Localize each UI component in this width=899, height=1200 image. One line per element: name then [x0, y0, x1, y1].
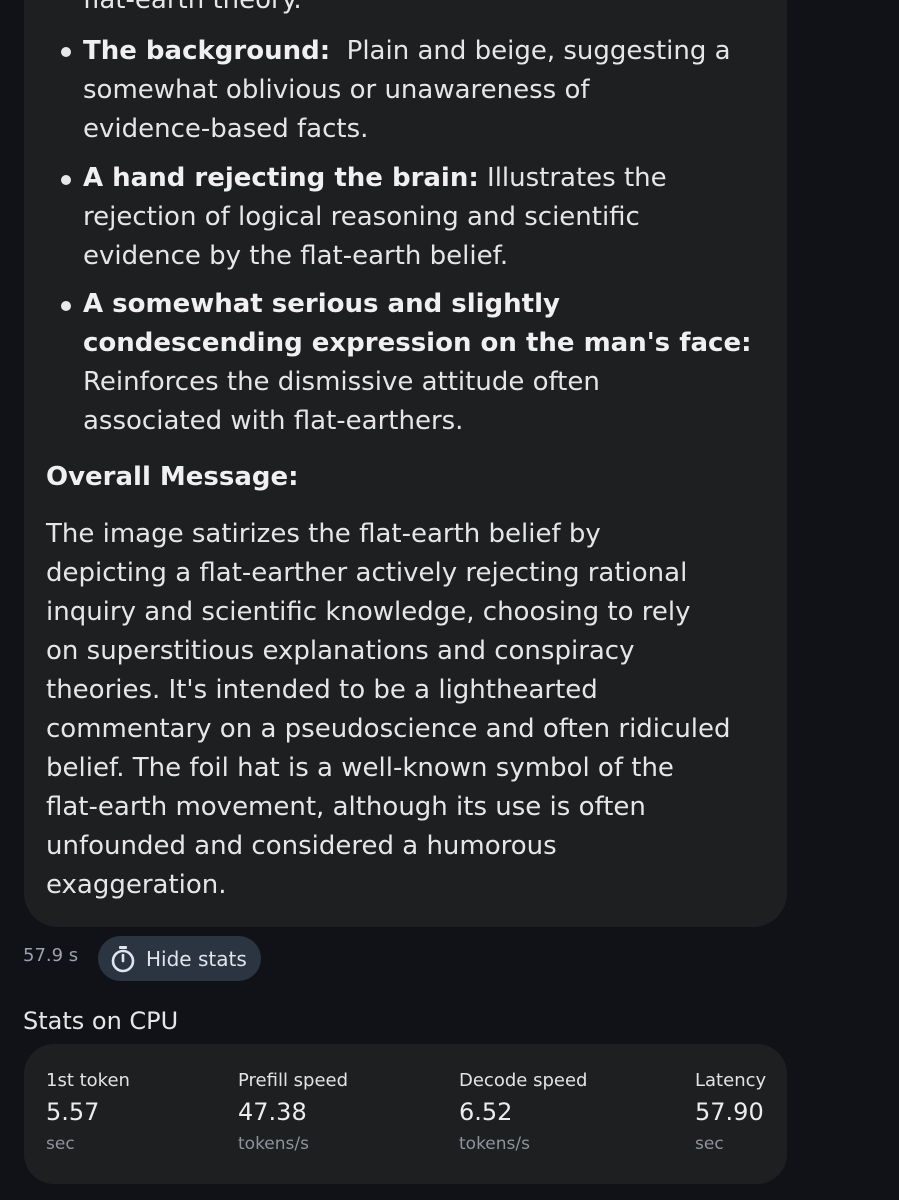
bullet-line: Reinforces the dismissive attitude often [83, 367, 600, 397]
stat-label: 1st token [46, 1070, 130, 1091]
bullet-item: The background: Plain and beige, suggest… [83, 32, 731, 149]
paragraph-line: flat-earth movement, although its use is… [46, 792, 646, 822]
chat-screen: flat-earth theory. The background: Plain… [0, 0, 899, 1200]
bullet-dot [61, 175, 71, 185]
hide-stats-label: Hide stats [146, 946, 247, 971]
stats-card: 1st token 5.57 sec Prefill speed 47.38 t… [24, 1044, 787, 1184]
message-text-fragment: flat-earth theory. [83, 0, 302, 15]
paragraph-line: exaggeration. [46, 870, 227, 900]
paragraph-line: commentary on a pseudoscience and often … [46, 714, 731, 744]
bullet-line: rejection of logical reasoning and scien… [83, 202, 640, 232]
bullet-line: evidence-based facts. [83, 114, 369, 144]
stat-value: 57.90 [695, 1098, 764, 1126]
bullet-heading: A hand rejecting the brain: [83, 163, 479, 193]
stat-value: 6.52 [459, 1098, 513, 1126]
bullet-dot [61, 301, 71, 311]
bullet-item: A hand rejecting the brain: Illustrates … [83, 159, 667, 276]
paragraph-line: depicting a flat-earther actively reject… [46, 558, 688, 588]
bullet-heading: A somewhat serious and slightly [83, 289, 560, 319]
stat-label: Latency [695, 1070, 767, 1091]
stat-value: 47.38 [238, 1098, 307, 1126]
stat-unit: sec [695, 1134, 724, 1154]
paragraph-line: theories. It's intended to be a lighthea… [46, 675, 598, 705]
overall-message-heading: Overall Message: [46, 462, 299, 492]
bullet-line: Plain and beige, suggesting a [330, 36, 731, 66]
overall-message-paragraph: The image satirizes the flat-earth belie… [46, 515, 731, 905]
bullet-heading: The background: [83, 36, 331, 66]
stat-unit: sec [46, 1134, 75, 1154]
stat-label: Decode speed [459, 1070, 588, 1091]
stat-unit: tokens/s [459, 1134, 530, 1154]
paragraph-line: belief. The foil hat is a well-known sym… [46, 753, 674, 783]
stopwatch-icon [110, 945, 136, 973]
hide-stats-button[interactable]: Hide stats [98, 936, 261, 981]
bullet-dot [61, 47, 71, 57]
bullet-line: Illustrates the [478, 163, 667, 193]
bullet-item: A somewhat serious and slightly condesce… [83, 285, 752, 441]
elapsed-time: 57.9 s [23, 945, 79, 966]
bullet-line: associated with flat-earthers. [83, 406, 464, 436]
paragraph-line: on superstitious explanations and conspi… [46, 636, 635, 666]
stat-label: Prefill speed [238, 1070, 349, 1091]
stat-unit: tokens/s [238, 1134, 309, 1154]
bullet-line: evidence by the flat-earth belief. [83, 241, 509, 271]
paragraph-line: inquiry and scientific knowledge, choosi… [46, 597, 691, 627]
paragraph-line: unfounded and considered a humorous [46, 831, 557, 861]
bullet-heading: condescending expression on the man's fa… [83, 328, 752, 358]
stat-value: 5.57 [46, 1098, 100, 1126]
paragraph-line: The image satirizes the flat-earth belie… [46, 519, 601, 549]
bullet-line: somewhat oblivious or unawareness of [83, 75, 590, 105]
stats-heading: Stats on CPU [23, 1007, 179, 1035]
